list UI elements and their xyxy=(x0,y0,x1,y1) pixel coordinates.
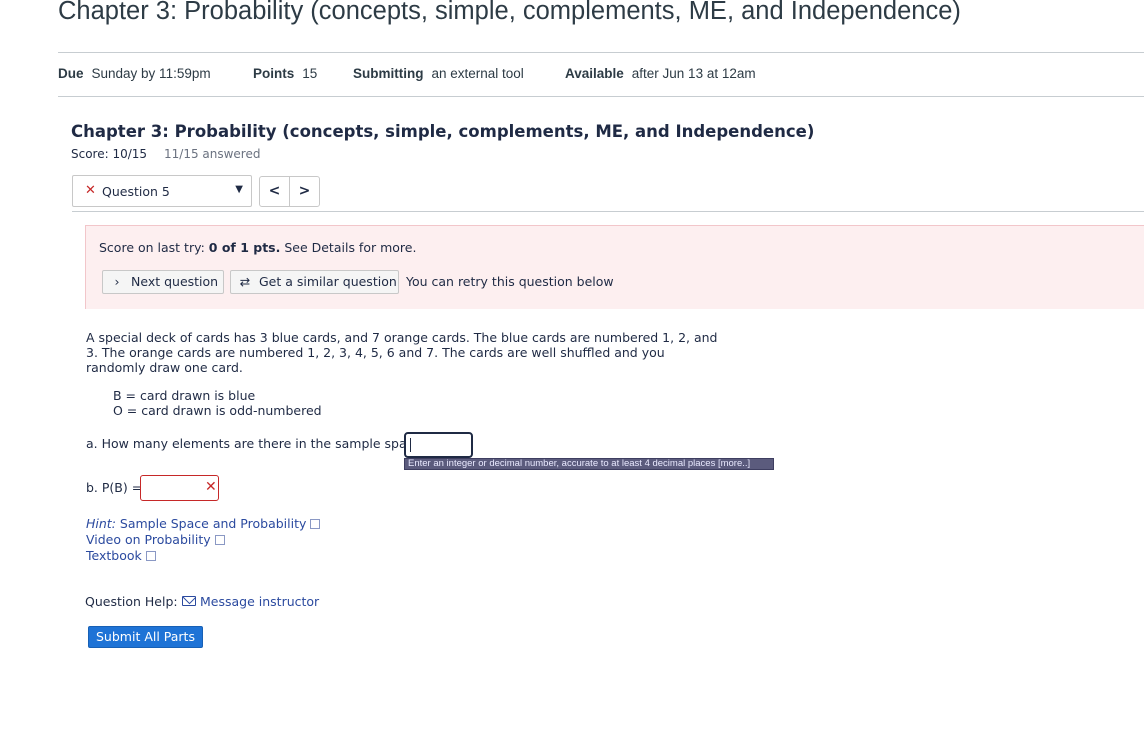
next-question-label: Next question xyxy=(131,274,219,289)
question-select-label: Question 5 xyxy=(102,184,170,199)
due-meta: Due Sunday by 11:59pm xyxy=(58,66,211,81)
points-value: 15 xyxy=(302,66,318,81)
text-cursor xyxy=(410,438,411,452)
caret-down-icon: ▼ xyxy=(235,184,243,195)
due-label: Due xyxy=(58,66,84,81)
submitting-meta: Submitting an external tool xyxy=(353,66,524,81)
video-line: Video on Probability xyxy=(86,532,225,547)
chevron-right-icon: › xyxy=(114,274,120,289)
textbook-link[interactable]: Textbook xyxy=(86,548,142,563)
prev-question-button[interactable]: < xyxy=(259,176,290,207)
submit-all-parts-button[interactable]: Submit All Parts xyxy=(88,626,203,648)
page-title: Chapter 3: Probability (concepts, simple… xyxy=(58,0,961,25)
definition-b: B = card drawn is blue xyxy=(113,388,256,403)
available-meta: Available after Jun 13 at 12am xyxy=(565,66,756,81)
points-label: Points xyxy=(253,66,295,81)
hint-prefix: Hint: xyxy=(86,516,116,531)
last-try-suffix: See Details for more. xyxy=(280,240,417,255)
submitting-value: an external tool xyxy=(431,66,524,81)
external-link-icon xyxy=(214,535,225,545)
similar-question-label: Get a similar question xyxy=(259,274,397,289)
last-try-points: 0 of 1 pts. xyxy=(208,240,281,255)
last-try-score: Score on last try: 0 of 1 pts. See Detai… xyxy=(99,240,416,255)
textbook-line: Textbook xyxy=(86,548,156,563)
score-value: 10/15 xyxy=(112,147,148,161)
available-label: Available xyxy=(565,66,624,81)
message-instructor-link[interactable]: Message instructor xyxy=(182,594,319,609)
points-meta: Points 15 xyxy=(253,66,317,81)
incorrect-x-icon: ✕ xyxy=(205,479,217,495)
retry-note: You can retry this question below xyxy=(406,274,614,289)
score-label: Score: xyxy=(71,147,109,161)
incorrect-x-icon: ✕ xyxy=(85,183,96,198)
part-b-label: b. P(B) = xyxy=(86,480,143,495)
external-link-icon xyxy=(310,519,321,529)
available-value: after Jun 13 at 12am xyxy=(631,66,756,81)
similar-question-button[interactable]: ⇄ Get a similar question xyxy=(230,270,399,294)
external-link-icon xyxy=(145,551,156,561)
answered-count: 11/15 answered xyxy=(164,147,261,161)
next-question-arrow-button[interactable]: > xyxy=(289,176,320,207)
input-format-tooltip[interactable]: Enter an integer or decimal number, accu… xyxy=(404,458,774,470)
quiz-score: Score: 10/15 xyxy=(71,147,147,161)
question-help-label: Question Help: xyxy=(85,594,178,609)
quiz-header-divider xyxy=(72,211,1144,212)
score-panel xyxy=(85,225,1144,309)
quiz-title: Chapter 3: Probability (concepts, simple… xyxy=(71,122,815,141)
refresh-icon: ⇄ xyxy=(239,274,251,289)
question-select[interactable]: ✕ Question 5 ▼ xyxy=(72,175,252,207)
hint-link[interactable]: Sample Space and Probability xyxy=(120,516,306,531)
question-text: A special deck of cards has 3 blue cards… xyxy=(86,330,718,375)
message-instructor-label: Message instructor xyxy=(200,594,320,609)
hint-line: Hint: Sample Space and Probability xyxy=(86,516,321,531)
definition-o: O = card drawn is odd-numbered xyxy=(113,403,322,418)
mail-icon xyxy=(182,596,196,606)
submitting-label: Submitting xyxy=(353,66,424,81)
header-divider-bottom xyxy=(58,96,1144,97)
due-value: Sunday by 11:59pm xyxy=(91,66,211,81)
part-a-label: a. How many elements are there in the sa… xyxy=(86,436,428,451)
part-a-input[interactable] xyxy=(404,432,473,458)
header-divider-top xyxy=(58,52,1144,53)
next-question-button[interactable]: › Next question xyxy=(102,270,224,294)
last-try-prefix: Score on last try: xyxy=(99,240,209,255)
video-link[interactable]: Video on Probability xyxy=(86,532,211,547)
